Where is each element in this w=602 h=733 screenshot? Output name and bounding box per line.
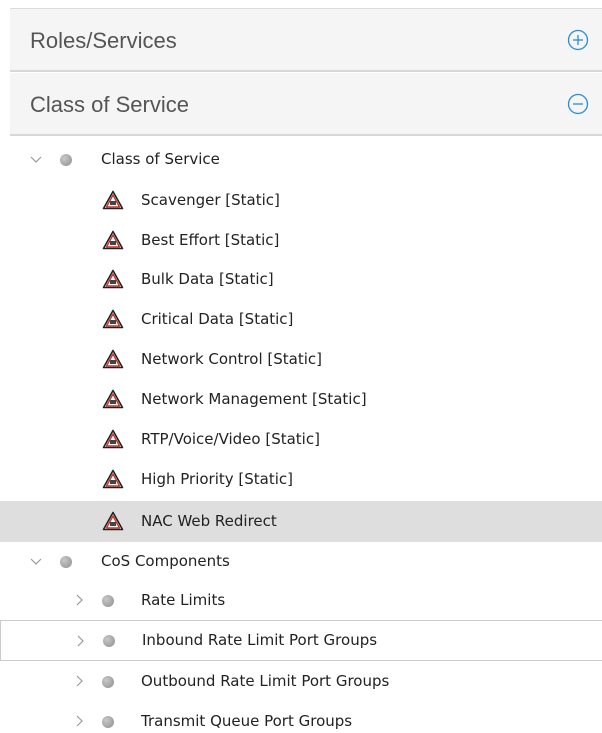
chevron-down-icon[interactable]: [30, 153, 42, 165]
class-of-service-title: Class of Service: [30, 92, 189, 117]
tree-node-label: Outbound Rate Limit Port Groups: [141, 672, 390, 690]
tree-node-cos-components[interactable]: CoS Components: [0, 543, 602, 580]
chevron-right-icon[interactable]: [74, 635, 86, 647]
roles-services-header[interactable]: Roles/Services: [10, 9, 602, 72]
roles-services-title: Roles/Services: [30, 28, 177, 53]
tree-item-label: Network Control [Static]: [141, 350, 322, 368]
tree-node-inbound-rate-limit-port-groups[interactable]: Inbound Rate Limit Port Groups: [0, 620, 602, 661]
tree-item-label: Scavenger [Static]: [141, 191, 280, 209]
folder-node-icon: [102, 595, 114, 607]
tree-item-network-control[interactable]: Network Control [Static]: [0, 341, 602, 378]
minus-circle-icon[interactable]: [567, 93, 589, 115]
tree-item-rtp-voice-video[interactable]: RTP/Voice/Video [Static]: [0, 421, 602, 458]
tree-item-nac-web-redirect[interactable]: NAC Web Redirect: [0, 501, 602, 542]
tree-item-scavenger[interactable]: Scavenger [Static]: [0, 182, 602, 219]
tree-node-outbound-rate-limit-port-groups[interactable]: Outbound Rate Limit Port Groups: [0, 663, 602, 700]
tree-node-label: Class of Service: [101, 150, 220, 168]
folder-node-icon: [60, 154, 72, 166]
tree-item-label: Bulk Data [Static]: [141, 270, 274, 288]
chevron-right-icon[interactable]: [73, 594, 85, 606]
tree-item-best-effort[interactable]: Best Effort [Static]: [0, 222, 602, 259]
folder-node-icon: [60, 556, 72, 568]
cos-navigation-panel: Roles/Services Class of Service Class of…: [0, 0, 602, 733]
class-of-service-header[interactable]: Class of Service: [10, 73, 602, 136]
cos-warning-triangle-icon: [102, 309, 124, 329]
tree-node-label: Inbound Rate Limit Port Groups: [142, 631, 378, 649]
tree-item-label: Best Effort [Static]: [141, 231, 280, 249]
tree-item-critical-data[interactable]: Critical Data [Static]: [0, 301, 602, 338]
cos-warning-triangle-icon: [102, 230, 124, 250]
tree-node-class-of-service[interactable]: Class of Service: [0, 141, 602, 178]
tree-node-rate-limits[interactable]: Rate Limits: [0, 582, 602, 619]
tree-node-label: Rate Limits: [141, 591, 226, 609]
tree-item-bulk-data[interactable]: Bulk Data [Static]: [0, 261, 602, 298]
plus-circle-icon[interactable]: [567, 29, 589, 51]
chevron-right-icon[interactable]: [73, 675, 85, 687]
chevron-right-icon[interactable]: [73, 715, 85, 727]
tree-item-network-management[interactable]: Network Management [Static]: [0, 381, 602, 418]
folder-node-icon: [102, 676, 114, 688]
cos-warning-triangle-icon: [102, 511, 124, 531]
tree-node-label: CoS Components: [101, 552, 230, 570]
folder-node-icon: [102, 716, 114, 728]
cos-warning-triangle-icon: [102, 469, 124, 489]
cos-warning-triangle-icon: [102, 429, 124, 449]
cos-warning-triangle-icon: [102, 190, 124, 210]
tree-item-high-priority[interactable]: High Priority [Static]: [0, 461, 602, 498]
tree-item-label: High Priority [Static]: [141, 470, 293, 488]
tree-item-label: RTP/Voice/Video [Static]: [141, 430, 320, 448]
cos-warning-triangle-icon: [102, 389, 124, 409]
chevron-down-icon[interactable]: [30, 555, 42, 567]
cos-warning-triangle-icon: [102, 349, 124, 369]
tree-node-label: Transmit Queue Port Groups: [141, 712, 353, 730]
tree-item-label: Critical Data [Static]: [141, 310, 294, 328]
folder-node-icon: [103, 635, 115, 647]
tree-item-label: NAC Web Redirect: [141, 512, 277, 530]
tree-item-label: Network Management [Static]: [141, 390, 367, 408]
cos-warning-triangle-icon: [102, 269, 124, 289]
tree-node-transmit-queue-port-groups[interactable]: Transmit Queue Port Groups: [0, 703, 602, 733]
